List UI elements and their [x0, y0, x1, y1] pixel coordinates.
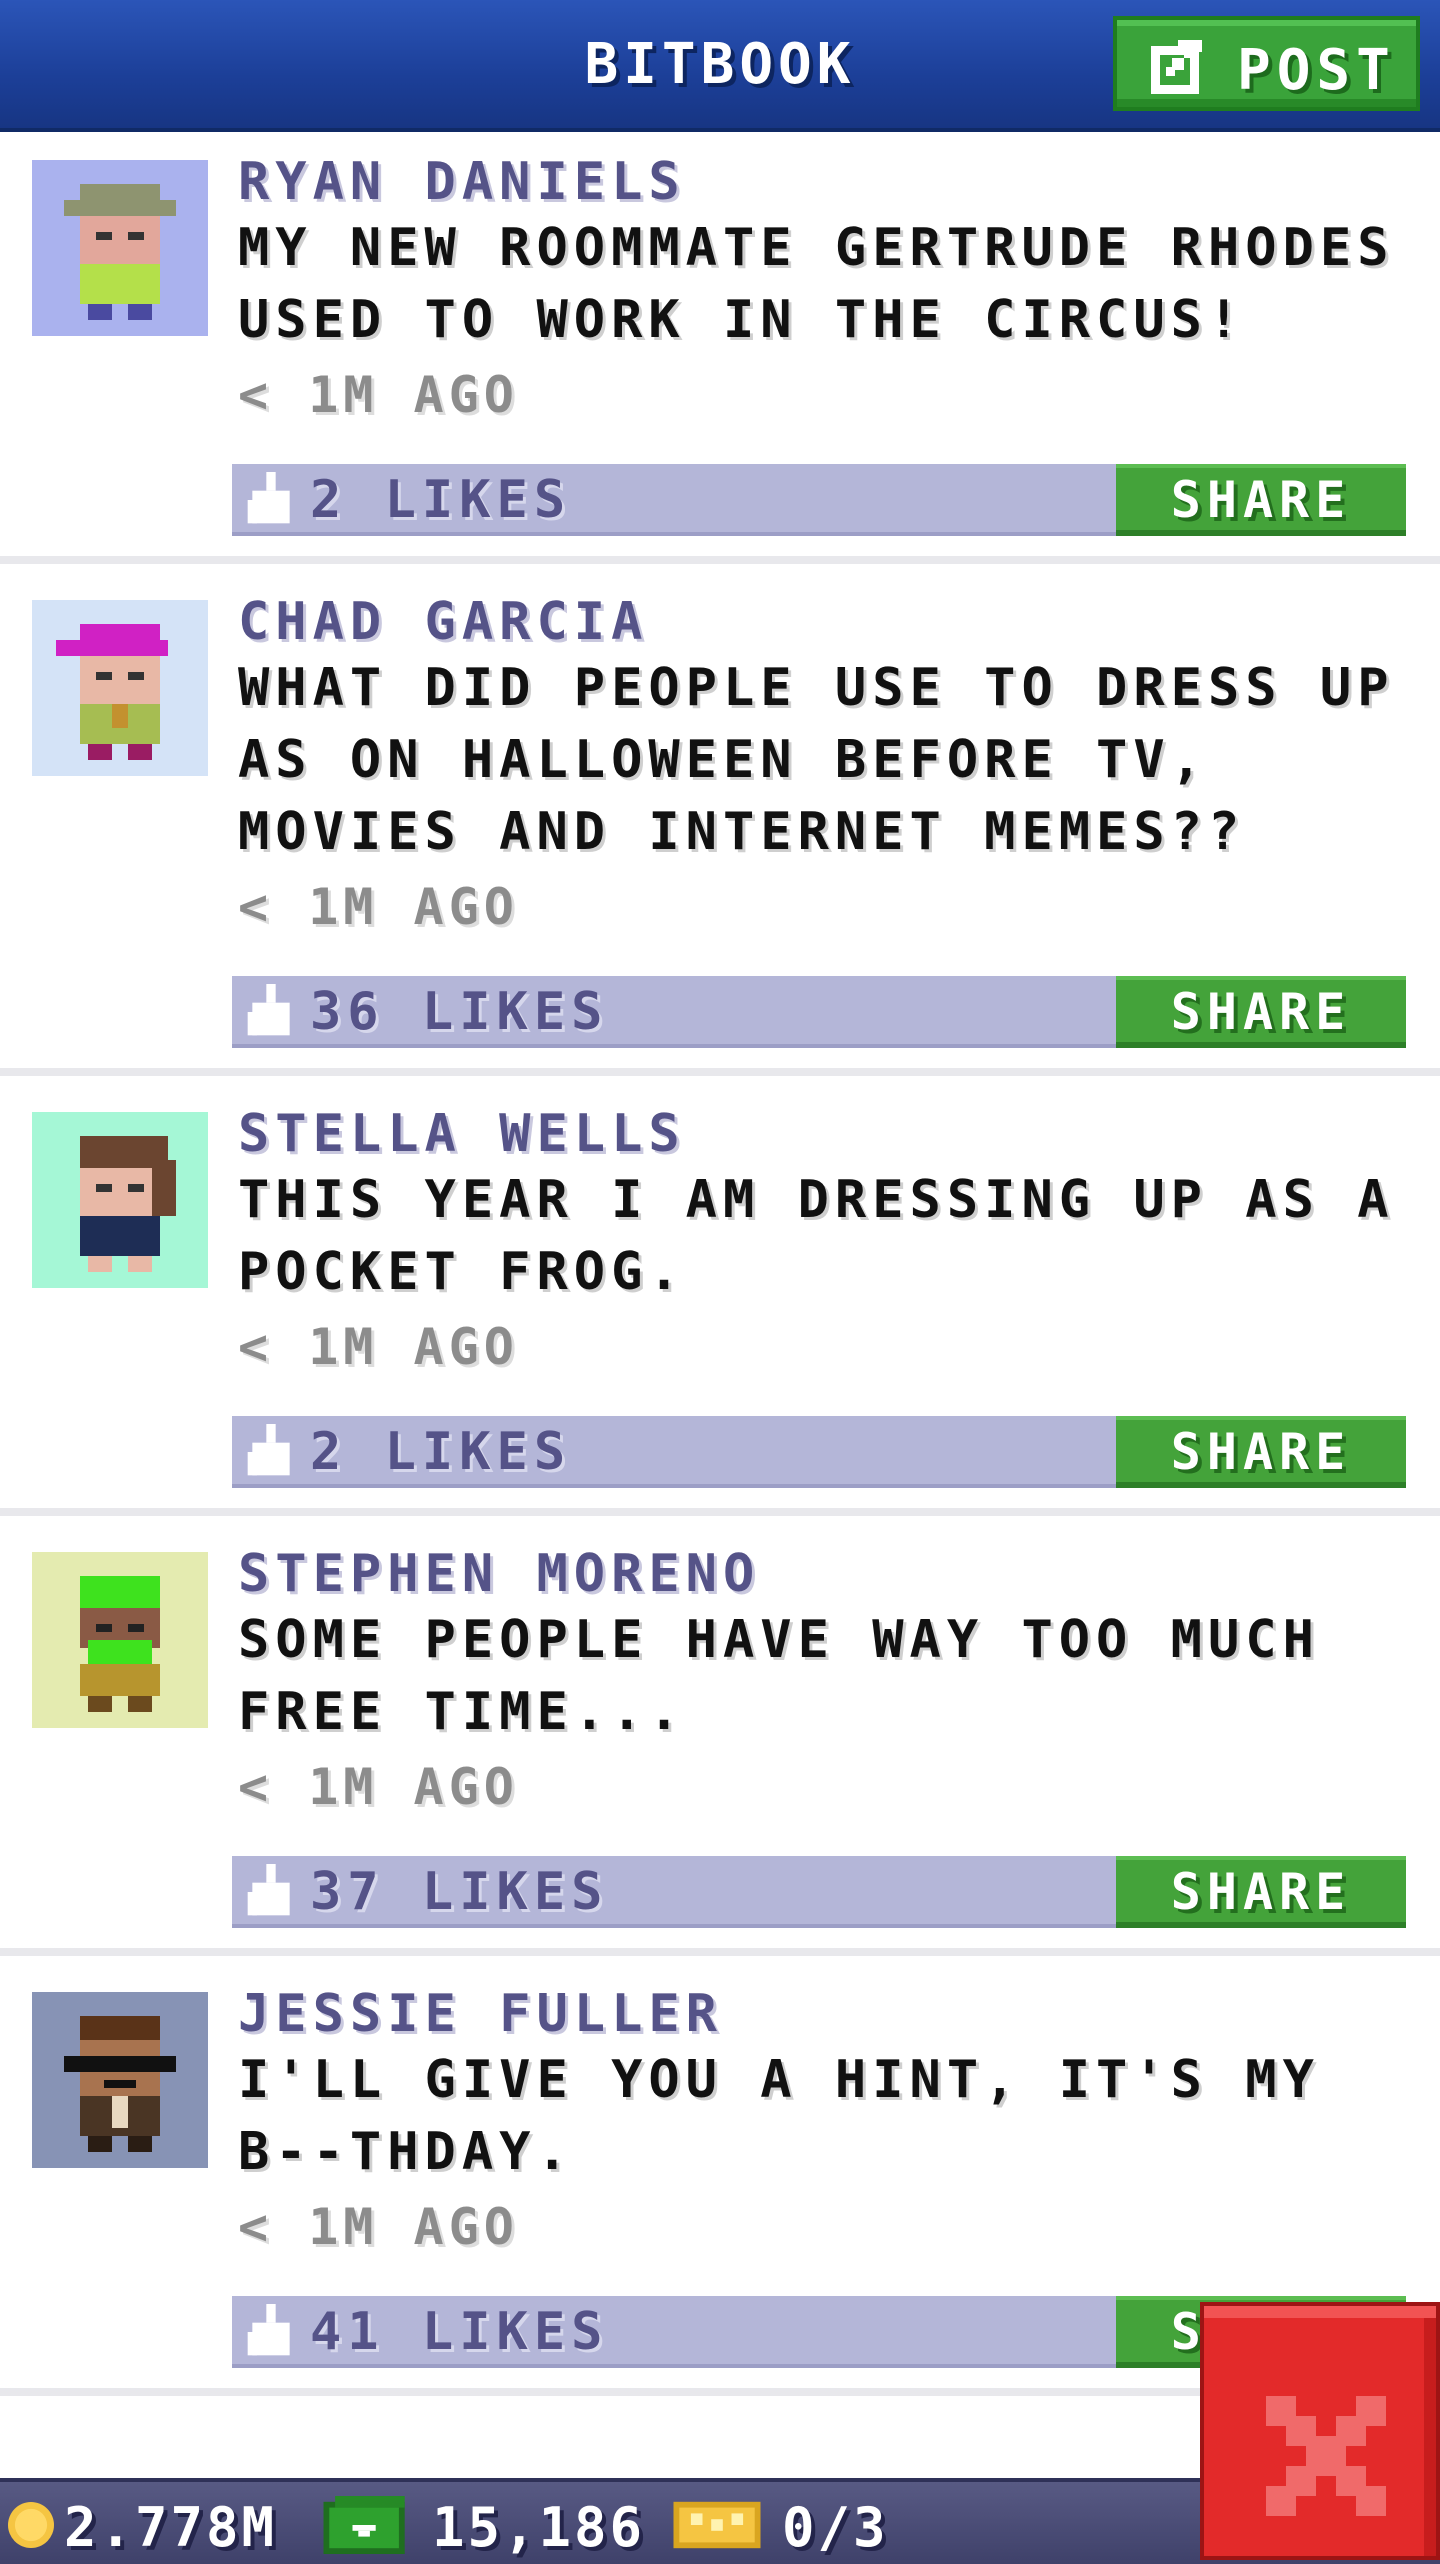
post-message: SOME PEOPLE HAVE WAY TOO MUCH FREE TIME.…: [238, 1610, 1320, 1742]
app-header: BITBOOK POST: [0, 0, 1440, 132]
likes-bar: 37 LIKES SHARE: [232, 1856, 1406, 1928]
post-time: < 1M AGO: [238, 878, 519, 936]
avatar-image: [32, 600, 208, 776]
close-x-icon: [1266, 2396, 1386, 2516]
post-message: WHAT DID PEOPLE USE TO DRESS UP AS ON HA…: [238, 658, 1395, 862]
avatar[interactable]: [32, 1112, 208, 1288]
post-message: I'LL GIVE YOU A HINT, IT'S MY B--THDAY.: [238, 2050, 1320, 2182]
avatar-image: [32, 160, 208, 336]
post-author: STELLA WELLS: [238, 1104, 686, 1164]
post-button-label: POST: [1237, 38, 1396, 103]
post-time: < 1M AGO: [238, 366, 519, 424]
share-button[interactable]: SHARE: [1116, 464, 1406, 536]
likes-bar: 2 LIKES SHARE: [232, 464, 1406, 536]
post-author: CHAD GARCIA: [238, 592, 649, 652]
avatar-image: [32, 1112, 208, 1288]
likes-bar: 2 LIKES SHARE: [232, 1416, 1406, 1488]
post-edit-icon: [1151, 40, 1202, 94]
post-divider: [0, 1068, 1440, 1076]
bux-count: 15,186: [432, 2496, 646, 2559]
likes-count: 2 LIKES: [310, 470, 572, 530]
tickets-count: 0/3: [782, 2496, 889, 2559]
bux-icon: [323, 2496, 405, 2554]
avatar[interactable]: [32, 600, 208, 776]
post-divider: [0, 1948, 1440, 1956]
avatar[interactable]: [32, 1992, 208, 2168]
share-button[interactable]: SHARE: [1116, 1856, 1406, 1928]
avatar[interactable]: [32, 1552, 208, 1728]
thumbs-up-icon[interactable]: [246, 984, 296, 1040]
avatar[interactable]: [32, 160, 208, 336]
post-message: THIS YEAR I AM DRESSING UP AS A POCKET F…: [238, 1170, 1395, 1302]
post-author: RYAN DANIELS: [238, 152, 686, 212]
post-time: < 1M AGO: [238, 1758, 519, 1816]
post-divider: [0, 556, 1440, 564]
share-button[interactable]: SHARE: [1116, 976, 1406, 1048]
coins-count: 2.778M: [64, 2496, 278, 2559]
likes-count: 36 LIKES: [310, 982, 609, 1042]
thumbs-up-icon[interactable]: [246, 472, 296, 528]
thumbs-up-icon[interactable]: [246, 1424, 296, 1480]
post-time: < 1M AGO: [238, 1318, 519, 1376]
likes-count: 37 LIKES: [310, 1862, 609, 1922]
thumbs-up-icon[interactable]: [246, 2304, 296, 2360]
thumbs-up-icon[interactable]: [246, 1864, 296, 1920]
close-button[interactable]: [1200, 2302, 1440, 2560]
likes-count: 41 LIKES: [310, 2302, 609, 2362]
likes-count: 2 LIKES: [310, 1422, 572, 1482]
post-button[interactable]: POST: [1113, 16, 1420, 111]
ticket-icon: [673, 2501, 761, 2549]
coin-icon: [8, 2502, 54, 2548]
post-author: JESSIE FULLER: [238, 1984, 723, 2044]
post-divider: [0, 1508, 1440, 1516]
post-message: MY NEW ROOMMATE GERTRUDE RHODES USED TO …: [238, 218, 1395, 350]
avatar-image: [32, 1552, 208, 1728]
avatar-image: [32, 1992, 208, 2168]
share-button[interactable]: SHARE: [1116, 1416, 1406, 1488]
post-author: STEPHEN MORENO: [238, 1544, 761, 1604]
likes-bar: 36 LIKES SHARE: [232, 976, 1406, 1048]
post-time: < 1M AGO: [238, 2198, 519, 2256]
